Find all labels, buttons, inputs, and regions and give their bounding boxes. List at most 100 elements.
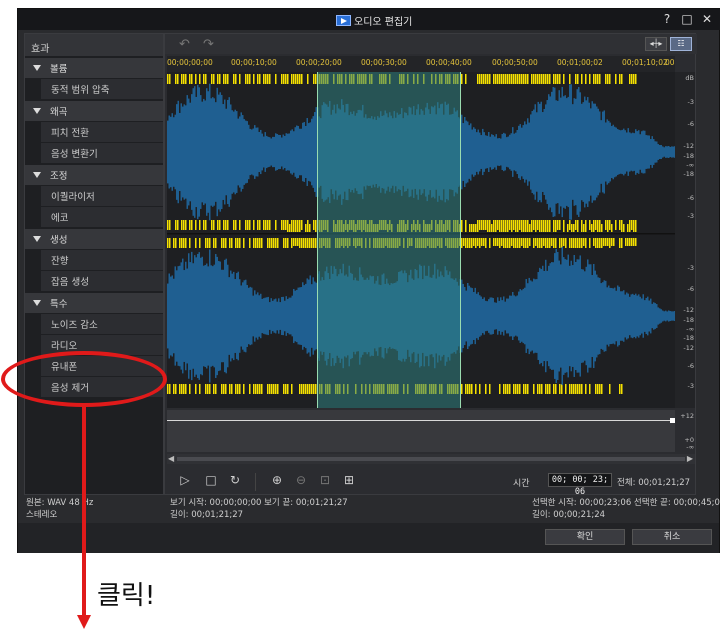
clip-mark <box>253 238 255 248</box>
effect-item-voice-changer[interactable]: 음성 변환기 <box>41 143 163 163</box>
waveform-bar <box>258 131 260 173</box>
waveform-bar <box>285 133 287 171</box>
waveform-bar <box>624 130 626 174</box>
effect-item-equalizer[interactable]: 이퀄라이저 <box>41 186 163 206</box>
view-mode-button-2[interactable]: ☷ <box>670 37 692 51</box>
clip-mark <box>571 238 573 246</box>
waveform-area[interactable] <box>167 72 675 408</box>
waveform-bar <box>588 102 590 202</box>
waveform-bar <box>249 128 251 176</box>
waveform-bar <box>654 141 656 163</box>
waveform-bar <box>488 299 490 333</box>
time-ruler[interactable]: 00;00;00;00 00;00;10;00 00;00;20;00 00;0… <box>167 56 675 72</box>
clip-mark <box>575 384 577 394</box>
zoom-out-icon[interactable]: ⊖ <box>293 473 309 487</box>
category-special[interactable]: 특수 <box>25 293 163 313</box>
clip-mark <box>175 220 177 230</box>
clip-mark <box>519 74 521 84</box>
waveform-bar <box>255 294 257 338</box>
clip-mark <box>537 220 539 230</box>
zoom-selection-icon[interactable]: ⊡ <box>317 473 333 487</box>
clip-mark <box>503 74 505 84</box>
clip-mark <box>543 224 545 232</box>
zoom-in-icon[interactable]: ⊕ <box>269 473 285 487</box>
clip-mark <box>215 238 217 248</box>
waveform-bar <box>261 298 263 334</box>
horizontal-scrollbar[interactable]: ◀ ▶ <box>167 454 695 464</box>
ok-button[interactable]: 확인 <box>545 529 625 545</box>
waveform-bar <box>464 286 466 346</box>
clip-mark <box>229 238 231 248</box>
waveform-bar <box>489 297 491 335</box>
clip-mark <box>521 224 523 232</box>
effect-item-echo[interactable]: 에코 <box>41 207 163 227</box>
help-icon[interactable]: ? <box>661 12 673 26</box>
current-time-field[interactable]: 00; 00; 23; 06 <box>548 473 612 497</box>
waveform-bar <box>479 295 481 337</box>
play-icon[interactable]: ▷ <box>177 473 193 487</box>
waveform-bar <box>282 134 284 170</box>
clip-mark <box>183 238 185 248</box>
clip-mark <box>527 74 529 84</box>
close-icon[interactable]: ✕ <box>701 12 713 26</box>
waveform-bar <box>587 97 589 207</box>
waveform-bar <box>285 296 287 336</box>
clip-mark <box>525 224 527 232</box>
waveform-bar <box>236 111 238 193</box>
scroll-left-icon[interactable]: ◀ <box>168 454 174 463</box>
clip-mark <box>583 224 585 232</box>
clip-mark <box>475 238 477 246</box>
scroll-thumb[interactable] <box>177 457 685 461</box>
cancel-button[interactable]: 취소 <box>632 529 712 545</box>
volume-envelope[interactable] <box>167 410 675 452</box>
waveform-bar <box>224 259 226 373</box>
clip-mark <box>297 224 299 232</box>
clip-mark <box>481 238 483 246</box>
envelope-line[interactable] <box>167 420 675 421</box>
waveform-bar <box>509 295 511 337</box>
waveform-bar <box>216 87 218 217</box>
stop-icon[interactable]: □ <box>203 473 219 487</box>
effect-item-dynamic-range-compression[interactable]: 동적 범위 압축 <box>41 79 163 99</box>
clip-mark <box>259 384 261 394</box>
waveform-bar <box>635 129 637 175</box>
waveform-bar <box>263 136 265 168</box>
clip-mark <box>223 238 225 248</box>
waveform-bar <box>506 298 508 334</box>
effect-item-reverb[interactable]: 잔향 <box>41 250 163 270</box>
category-distortion[interactable]: 왜곡 <box>25 101 163 121</box>
clip-mark <box>503 384 505 394</box>
waveform-bar <box>618 286 620 346</box>
clip-mark <box>595 238 597 246</box>
zoom-fit-icon[interactable]: ⊞ <box>341 473 357 487</box>
category-adjust[interactable]: 조정 <box>25 165 163 185</box>
waveform-bar <box>468 285 470 347</box>
clip-mark <box>259 238 261 248</box>
waveform-bar <box>548 265 550 367</box>
scroll-right-icon[interactable]: ▶ <box>687 454 693 463</box>
waveform-bar <box>300 128 302 176</box>
redo-icon[interactable]: ↷ <box>203 37 214 52</box>
effect-item-noise-generate[interactable]: 잡음 생성 <box>41 271 163 291</box>
clip-mark <box>261 238 263 248</box>
clip-mark <box>213 74 215 84</box>
clip-mark <box>239 74 241 84</box>
waveform-editor: ↶ ↷ ◂┼▸ ☷ 00;00;00;00 00;00;10;00 00;00;… <box>164 33 697 497</box>
waveform-bar <box>270 138 272 166</box>
clip-mark <box>237 238 239 248</box>
waveform-bar <box>204 100 206 204</box>
waveform-bar <box>641 131 643 173</box>
undo-icon[interactable]: ↶ <box>179 37 190 52</box>
effect-item-noise-reduction[interactable]: 노이즈 감소 <box>41 314 163 334</box>
clip-mark <box>621 384 623 394</box>
waveform-bar <box>297 287 299 345</box>
waveform-bar <box>287 133 289 171</box>
category-volume[interactable]: 볼륨 <box>25 58 163 78</box>
title-bar[interactable]: 오디오 편집기 ? □ ✕ <box>18 9 720 30</box>
clip-mark <box>633 224 635 232</box>
category-generate[interactable]: 생성 <box>25 229 163 249</box>
view-mode-button-1[interactable]: ◂┼▸ <box>645 37 667 51</box>
maximize-icon[interactable]: □ <box>681 12 693 26</box>
effect-item-pitch-shift[interactable]: 피치 전환 <box>41 122 163 142</box>
loop-icon[interactable]: ↻ <box>227 473 243 487</box>
